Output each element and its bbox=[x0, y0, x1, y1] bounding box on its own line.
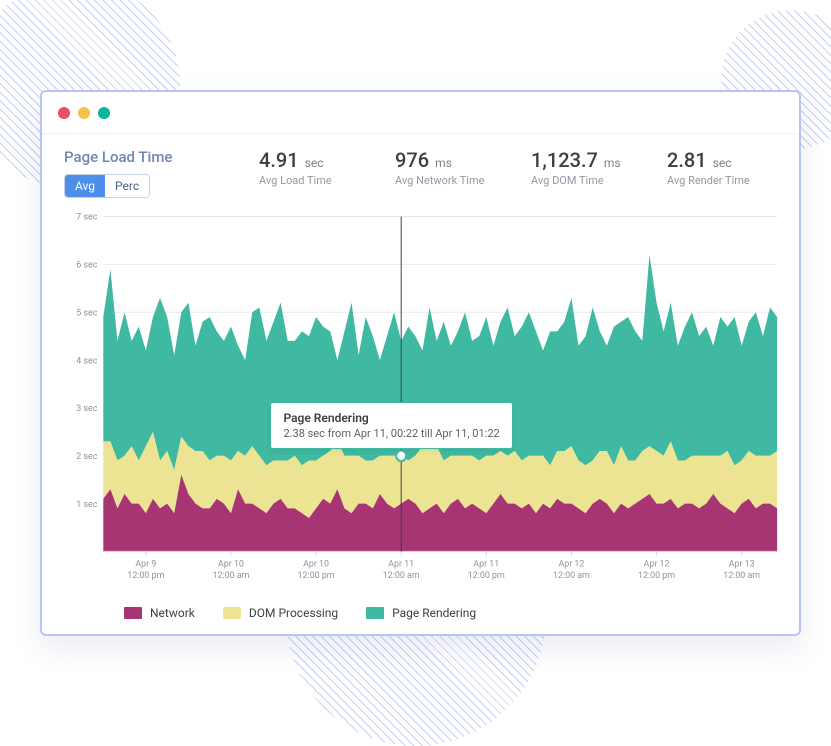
metric-value: 4.91 bbox=[259, 148, 299, 172]
window-zoom-icon[interactable] bbox=[98, 107, 110, 119]
header: Page Load Time Avg Perc 4.91 sec Avg Loa… bbox=[42, 134, 799, 204]
svg-text:2 sec: 2 sec bbox=[76, 451, 97, 462]
metric-unit: ms bbox=[435, 156, 452, 170]
metric-mode-toggle: Avg Perc bbox=[64, 174, 150, 198]
window-titlebar bbox=[42, 92, 799, 134]
legend-item-render[interactable]: Page Rendering bbox=[366, 606, 476, 620]
svg-text:12:00 am: 12:00 am bbox=[383, 570, 420, 581]
svg-text:6 sec: 6 sec bbox=[76, 259, 97, 270]
svg-text:Apr 11: Apr 11 bbox=[388, 558, 414, 569]
metric-unit: ms bbox=[604, 156, 621, 170]
svg-text:12:00 am: 12:00 am bbox=[553, 570, 590, 581]
svg-text:5 sec: 5 sec bbox=[76, 307, 97, 318]
metric-label: Avg Render Time bbox=[667, 174, 777, 187]
window-minimize-icon[interactable] bbox=[78, 107, 90, 119]
metric-dom-time: 1,123.7 ms Avg DOM Time bbox=[531, 148, 641, 187]
legend-swatch bbox=[223, 607, 241, 619]
metric-label: Avg DOM Time bbox=[531, 174, 641, 187]
chart-area[interactable]: 1 sec 2 sec 3 sec 4 sec 5 sec 6 sec 7 sec Apr 9… bbox=[42, 204, 799, 600]
svg-text:12:00 pm: 12:00 pm bbox=[468, 570, 505, 581]
svg-text:Apr 12: Apr 12 bbox=[644, 558, 670, 569]
legend-item-dom[interactable]: DOM Processing bbox=[223, 606, 338, 620]
svg-text:Apr 10: Apr 10 bbox=[218, 558, 244, 569]
svg-text:3 sec: 3 sec bbox=[76, 403, 97, 414]
toggle-perc[interactable]: Perc bbox=[105, 175, 149, 197]
metric-render-time: 2.81 sec Avg Render Time bbox=[667, 148, 777, 187]
svg-text:Apr 10: Apr 10 bbox=[303, 558, 329, 569]
svg-text:4 sec: 4 sec bbox=[76, 355, 97, 366]
svg-text:12:00 pm: 12:00 pm bbox=[638, 570, 675, 581]
svg-text:Apr 12: Apr 12 bbox=[558, 558, 584, 569]
app-window: Page Load Time Avg Perc 4.91 sec Avg Loa… bbox=[40, 90, 801, 636]
metric-label: Avg Network Time bbox=[395, 174, 505, 187]
svg-text:12:00 am: 12:00 am bbox=[723, 570, 760, 581]
chart-legend: Network DOM Processing Page Rendering bbox=[42, 600, 799, 634]
legend-item-network[interactable]: Network bbox=[124, 606, 195, 620]
legend-label: Network bbox=[150, 606, 195, 620]
svg-text:12:00 pm: 12:00 pm bbox=[127, 570, 164, 581]
svg-text:1 sec: 1 sec bbox=[76, 499, 97, 510]
svg-text:Apr 13: Apr 13 bbox=[729, 558, 755, 569]
metric-value: 976 bbox=[395, 148, 429, 172]
legend-label: DOM Processing bbox=[249, 606, 338, 620]
legend-swatch bbox=[124, 607, 142, 619]
svg-text:Apr 9: Apr 9 bbox=[135, 558, 156, 569]
metric-value: 1,123.7 bbox=[531, 148, 598, 172]
metric-unit: sec bbox=[713, 156, 732, 170]
metric-network-time: 976 ms Avg Network Time bbox=[395, 148, 505, 187]
svg-text:Apr 11: Apr 11 bbox=[473, 558, 499, 569]
window-close-icon[interactable] bbox=[58, 107, 70, 119]
svg-text:7 sec: 7 sec bbox=[76, 211, 97, 222]
page-title: Page Load Time bbox=[64, 148, 172, 166]
toggle-avg[interactable]: Avg bbox=[65, 175, 105, 197]
metric-load-time: 4.91 sec Avg Load Time bbox=[259, 148, 369, 187]
metric-label: Avg Load Time bbox=[259, 174, 369, 187]
legend-swatch bbox=[366, 607, 384, 619]
metric-value: 2.81 bbox=[667, 148, 707, 172]
svg-text:12:00 am: 12:00 am bbox=[213, 570, 250, 581]
svg-text:12:00 pm: 12:00 pm bbox=[298, 570, 335, 581]
metric-unit: sec bbox=[305, 156, 324, 170]
legend-label: Page Rendering bbox=[392, 606, 476, 620]
stacked-area-chart[interactable]: 1 sec 2 sec 3 sec 4 sec 5 sec 6 sec 7 sec Apr 9… bbox=[56, 208, 785, 592]
